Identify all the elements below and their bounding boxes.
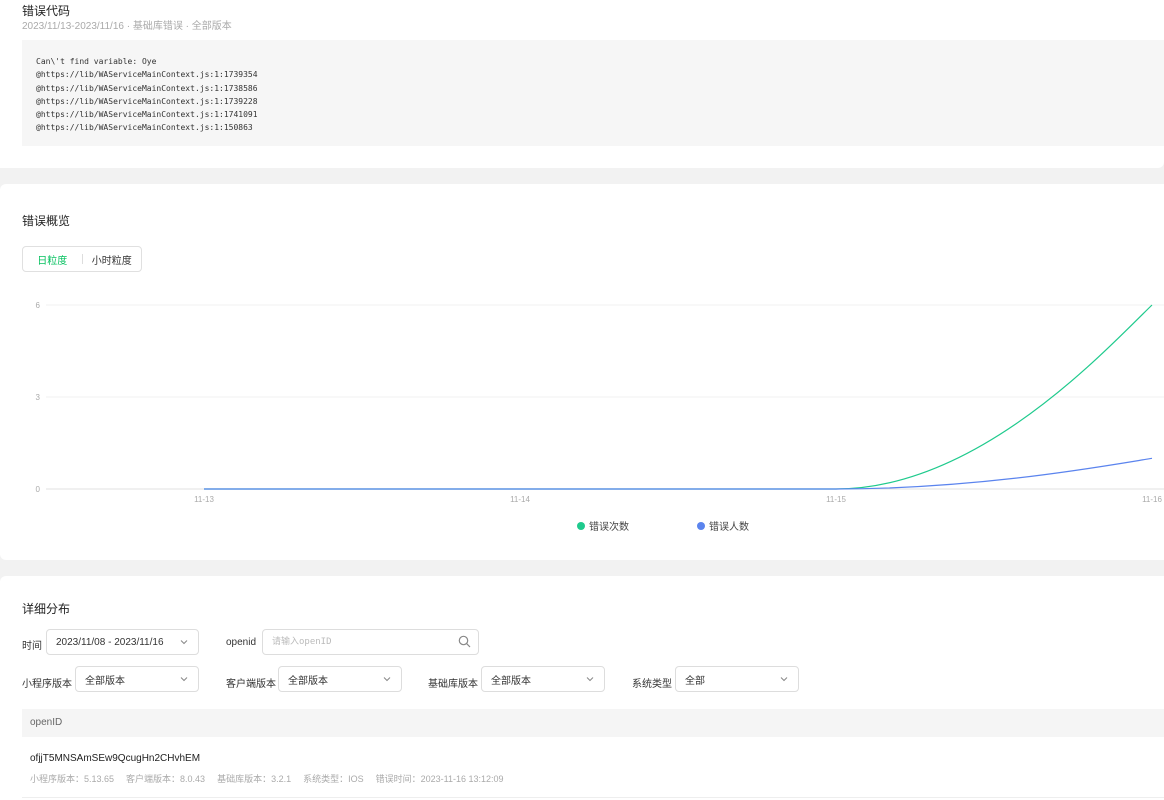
system-type-value: 全部: [685, 675, 705, 687]
granularity-hour-option[interactable]: 小时粒度: [83, 252, 142, 267]
legend-label: 错误次数: [589, 522, 629, 533]
error-overview-title: 错误概览: [22, 214, 71, 228]
x-tick-label: 11-15: [826, 495, 846, 504]
y-tick-label: 3: [36, 393, 41, 402]
search-icon[interactable]: [458, 635, 471, 648]
table-row-openid[interactable]: ofjjT5MNSAmSEw9QcugHn2CHvhEM: [30, 753, 200, 764]
chevron-down-icon: [586, 677, 594, 682]
time-range-picker[interactable]: 2023/11/08 - 2023/11/16: [46, 629, 199, 655]
row-mini-version: 小程序版本：5.13.65: [30, 774, 115, 784]
legend-dot-icon: [697, 521, 705, 530]
stack-trace-box: Can\'t find variable: Oye @https://lib/W…: [22, 40, 1164, 146]
lib-version-value: 全部版本: [491, 675, 531, 687]
legend-label: 错误人数: [709, 522, 749, 533]
granularity-day-option[interactable]: 日粒度: [23, 252, 82, 267]
openid-search-input[interactable]: [262, 629, 479, 655]
detail-distribution-card: 详细分布 时间 2023/11/08 - 2023/11/16 openid 小…: [0, 576, 1164, 800]
chevron-down-icon: [180, 677, 188, 682]
legend-dot-icon: [577, 521, 585, 530]
x-tick-label: 11-16: [1142, 495, 1162, 504]
system-type-select[interactable]: 全部: [675, 666, 799, 692]
error-trend-chart: 0 3 6 11-13 11-14 11-15 11-16: [36, 301, 1164, 504]
chevron-down-icon: [780, 677, 788, 682]
mini-version-label: 小程序版本: [22, 679, 72, 690]
time-range-value: 2023/11/08 - 2023/11/16: [56, 636, 164, 648]
legend-item-error-count[interactable]: 错误次数: [577, 518, 629, 533]
row-error-time: 错误时间：2023-11-16 13:12:09: [375, 774, 504, 784]
error-code-card: 错误代码 2023/11/13-2023/11/16 · 基础库错误 · 全部版…: [0, 0, 1164, 168]
y-tick-label: 6: [36, 301, 41, 310]
mini-version-select[interactable]: 全部版本: [75, 666, 199, 692]
series-line-error-users: [204, 457, 1153, 490]
stack-trace-line: @https://lib/WAServiceMainContext.js:1:1…: [36, 110, 258, 120]
stack-trace-line: @https://lib/WAServiceMainContext.js:1:1…: [36, 83, 258, 93]
row-lib-version: 基础库版本：3.2.1: [217, 774, 292, 784]
system-type-label: 系统类型: [632, 679, 672, 690]
granularity-switch: 日粒度 小时粒度: [22, 246, 142, 272]
row-divider: [22, 797, 1164, 798]
error-overview-card: 错误概览 日粒度 小时粒度 0 3 6 11-13 11-14 11-15 11-16 错误…: [0, 184, 1164, 560]
stack-trace-line: @https://lib/WAServiceMainContext.js:1:1…: [36, 123, 253, 133]
client-version-select[interactable]: 全部版本: [278, 666, 402, 692]
stack-trace-line: @https://lib/WAServiceMainContext.js:1:1…: [36, 70, 258, 80]
time-label: 时间: [22, 641, 42, 652]
openid-label: openid: [226, 637, 257, 648]
row-client-version: 客户端版本：8.0.43: [126, 774, 206, 784]
client-version-label: 客户端版本: [226, 679, 276, 690]
x-tick-label: 11-13: [194, 495, 214, 504]
stack-trace-line: @https://lib/WAServiceMainContext.js:1:1…: [36, 96, 258, 106]
error-code-subline: 2023/11/13-2023/11/16 · 基础库错误 · 全部版本: [22, 21, 232, 32]
lib-version-label: 基础库版本: [428, 679, 478, 690]
lib-version-select[interactable]: 全部版本: [481, 666, 605, 692]
chevron-down-icon: [383, 677, 391, 682]
chevron-down-icon: [180, 640, 188, 645]
row-system-type: 系统类型：IOS: [303, 774, 364, 784]
legend-item-error-users[interactable]: 错误人数: [697, 518, 749, 533]
detail-title: 详细分布: [22, 602, 71, 616]
client-version-value: 全部版本: [288, 675, 328, 687]
y-tick-label: 0: [36, 485, 41, 494]
stack-trace-line: Can\'t find variable: Oye: [36, 57, 157, 66]
table-row-meta: 小程序版本：5.13.65 客户端版本：8.0.43 基础库版本：3.2.1 系…: [30, 772, 504, 785]
mini-version-value: 全部版本: [85, 675, 125, 687]
table-header-openid: openID: [22, 709, 1164, 737]
x-tick-label: 11-14: [510, 495, 530, 504]
